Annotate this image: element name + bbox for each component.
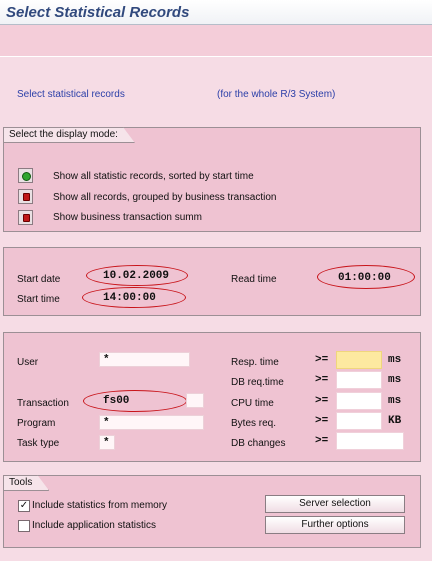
user-input[interactable]: * [99,352,190,367]
cpu-time-label: CPU time [231,398,274,409]
db-req-time-operator: >= [315,374,329,386]
transaction-highlight [83,390,187,412]
window-title: Select Statistical Records [6,4,190,21]
title-bar: Select Statistical Records [0,0,432,24]
mode-option-sorted-button[interactable] [18,168,33,183]
inactive-indicator-icon [23,214,30,222]
mode-option-sorted-label: Show all statistic records, sorted by st… [53,171,254,182]
db-req-time-label: DB req.time [231,377,284,388]
task-type-input[interactable]: * [99,435,115,450]
db-req-time-unit: ms [388,374,402,386]
db-changes-label: DB changes [231,438,286,449]
cpu-time-operator: >= [315,395,329,407]
resp-time-operator: >= [315,354,329,366]
bytes-req-operator: >= [315,415,329,427]
tools-group: Tools ✓ Include statistics from memory I… [3,475,421,548]
transaction-input-tail [186,393,204,408]
resp-time-unit: ms [388,354,402,366]
display-mode-title: Select the display mode: [3,127,135,143]
start-time-input[interactable]: 14:00:00 [103,292,156,304]
inactive-indicator-icon [23,193,30,201]
task-type-label: Task type [17,438,60,449]
program-input[interactable]: * [99,415,204,430]
resp-time-input[interactable] [336,351,382,369]
intro-scope-text: (for the whole R/3 System) [217,89,336,100]
transaction-label: Transaction [17,398,69,409]
transaction-input[interactable]: fs00 [103,395,129,407]
mode-option-summary-button[interactable] [18,210,33,225]
tools-title: Tools [3,475,49,491]
bytes-req-input[interactable] [336,412,382,430]
mode-option-grouped-button[interactable] [18,189,33,204]
include-memory-checkbox[interactable]: ✓ [18,500,30,512]
application-toolbar [0,25,432,57]
bytes-req-label: Bytes req. [231,418,277,429]
program-label: Program [17,418,56,429]
start-time-label: Start time [17,294,60,305]
read-time-label: Read time [231,274,277,285]
db-changes-operator: >= [315,435,329,447]
db-changes-input[interactable] [336,432,404,450]
server-selection-button[interactable]: Server selection [265,495,405,513]
db-req-time-input[interactable] [336,371,382,389]
cpu-time-unit: ms [388,395,402,407]
mode-option-grouped-label: Show all records, grouped by business tr… [53,192,277,203]
start-date-input[interactable]: 10.02.2009 [103,270,169,282]
cpu-time-input[interactable] [336,392,382,410]
further-options-button[interactable]: Further options [265,516,405,534]
mode-option-summary-label: Show business transaction summ [53,212,202,223]
include-memory-label: Include statistics from memory [32,500,168,511]
read-time-input[interactable]: 01:00:00 [338,272,391,284]
include-application-label: Include application statistics [32,520,156,531]
user-label: User [17,357,39,368]
include-application-checkbox[interactable] [18,520,30,532]
display-mode-group: Select the display mode: Show all statis… [3,127,421,232]
bytes-req-unit: KB [388,415,402,427]
checkmark-icon: ✓ [19,500,29,511]
start-date-label: Start date [17,274,61,285]
intro-text: Select statistical records [17,89,125,100]
resp-time-label: Resp. time [231,357,279,368]
active-indicator-icon [22,172,31,181]
